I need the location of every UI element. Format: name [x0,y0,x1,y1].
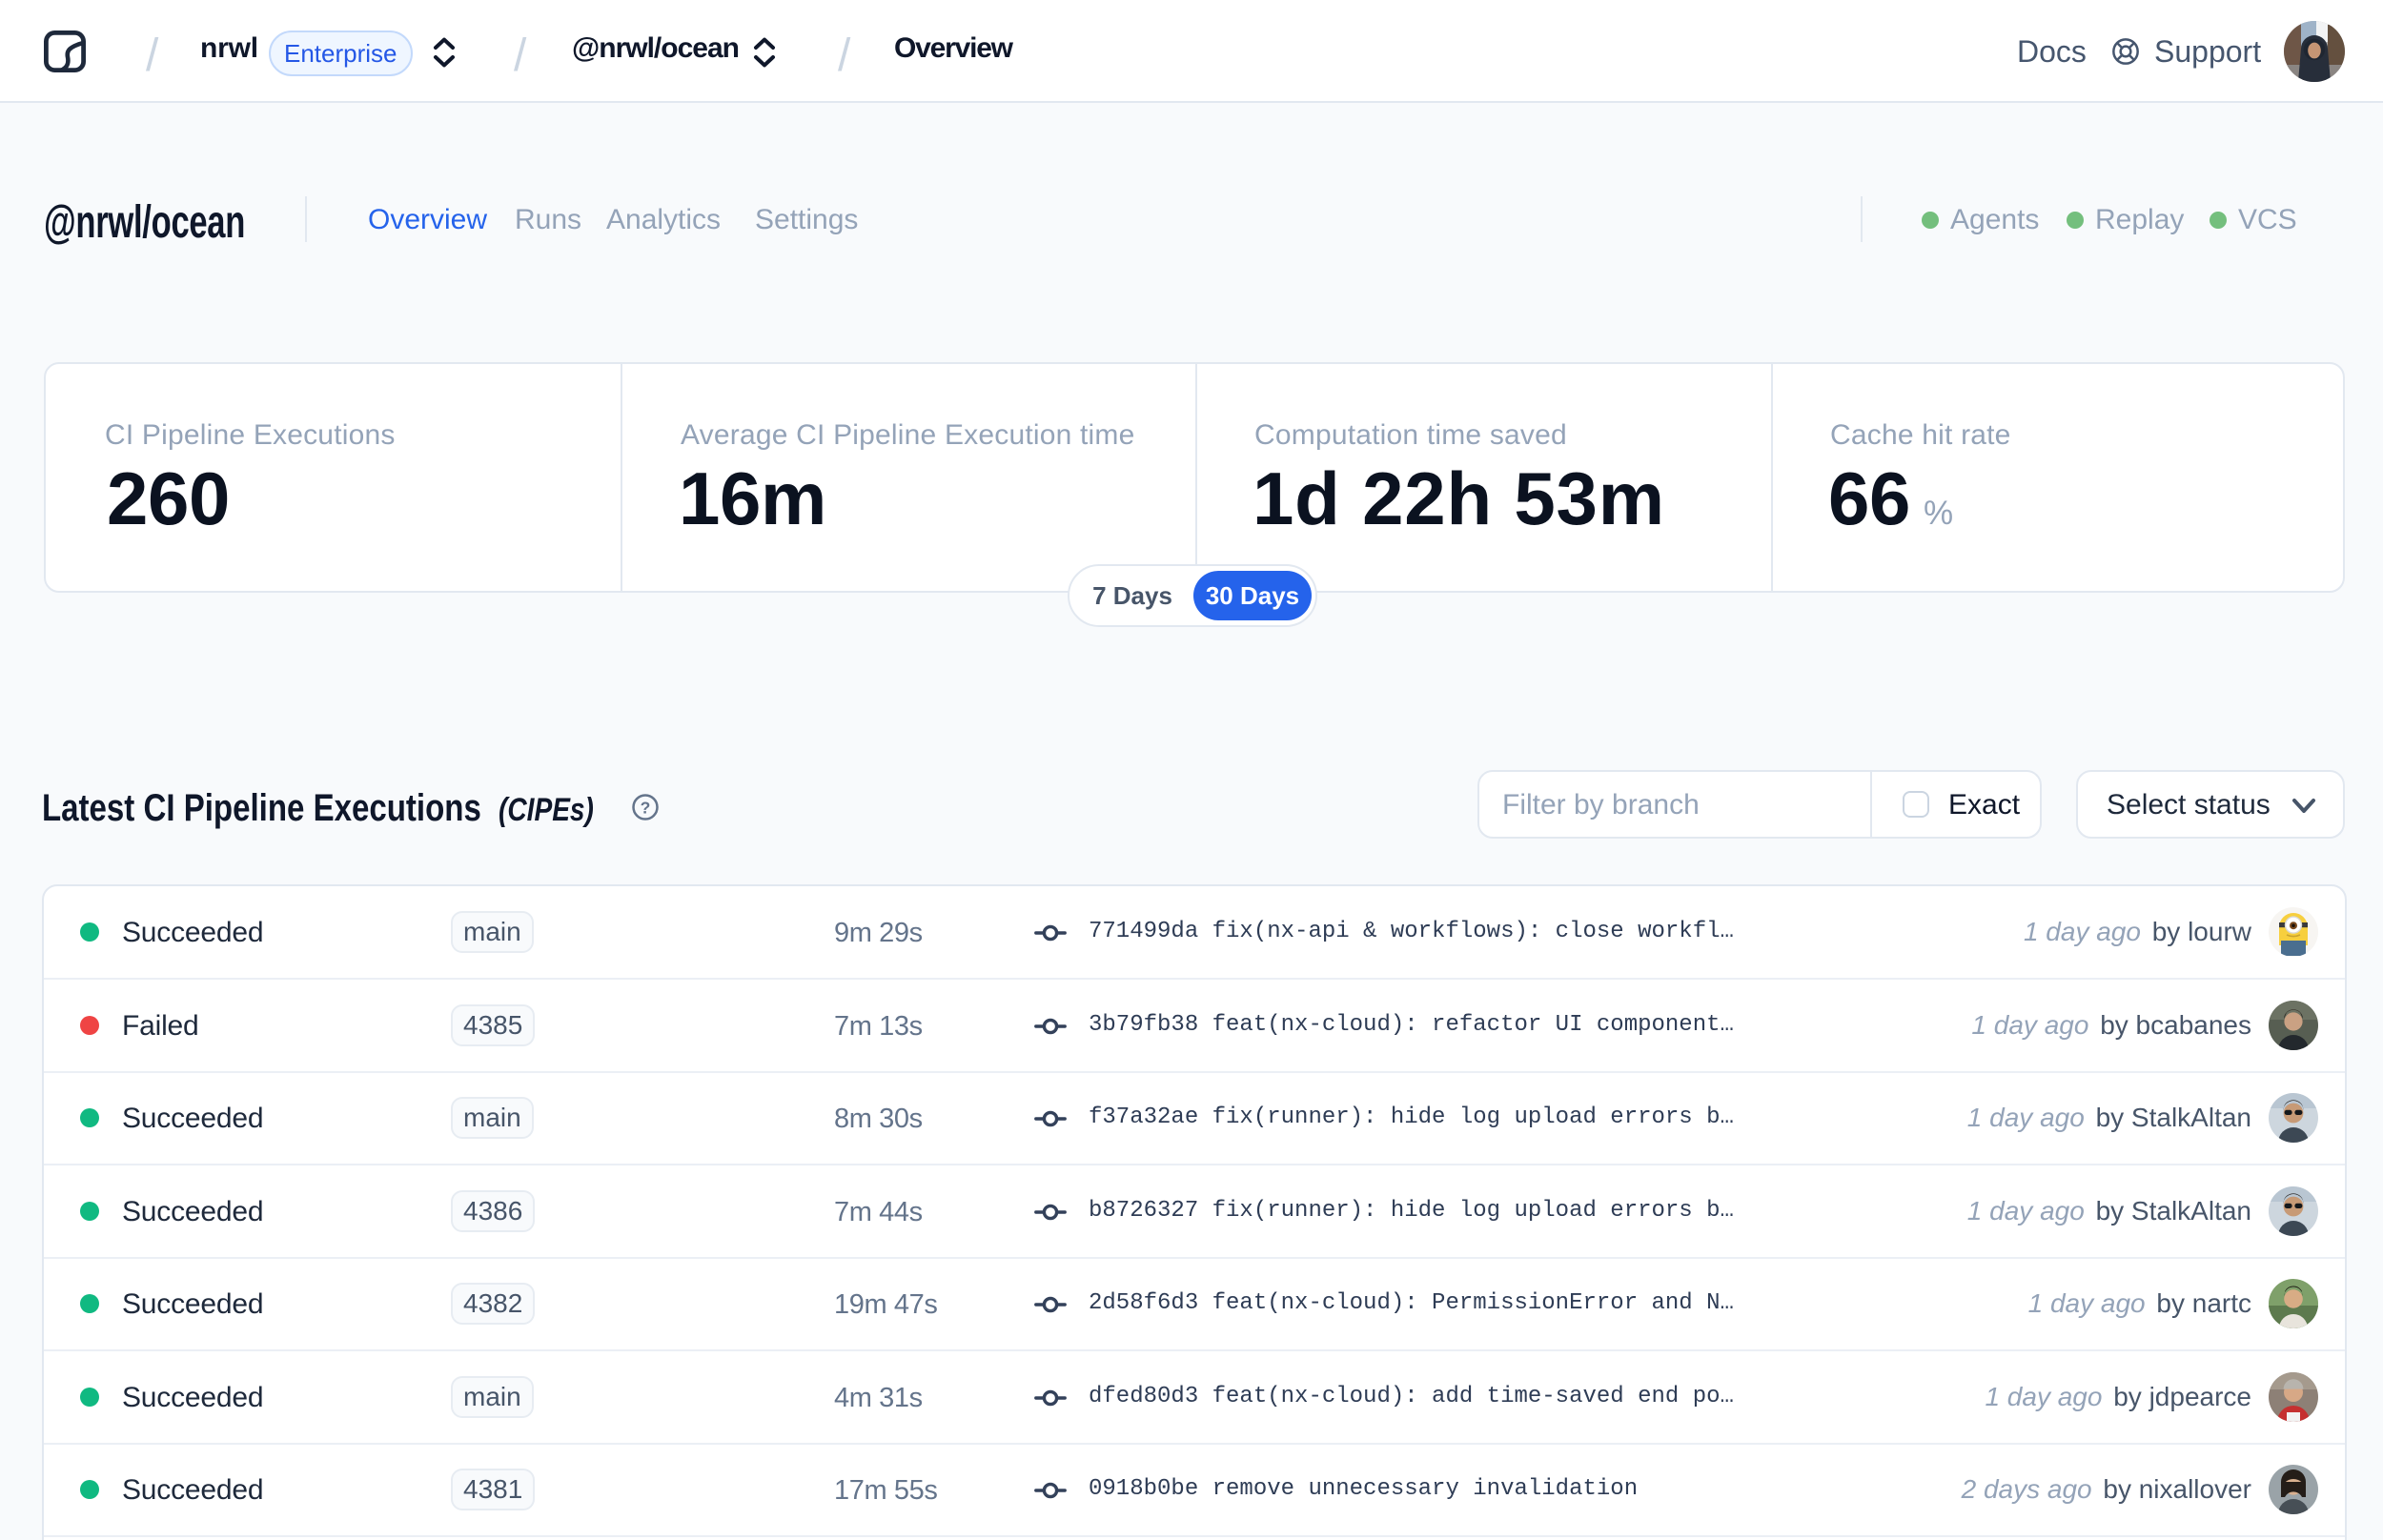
svg-text:?: ? [641,798,651,817]
